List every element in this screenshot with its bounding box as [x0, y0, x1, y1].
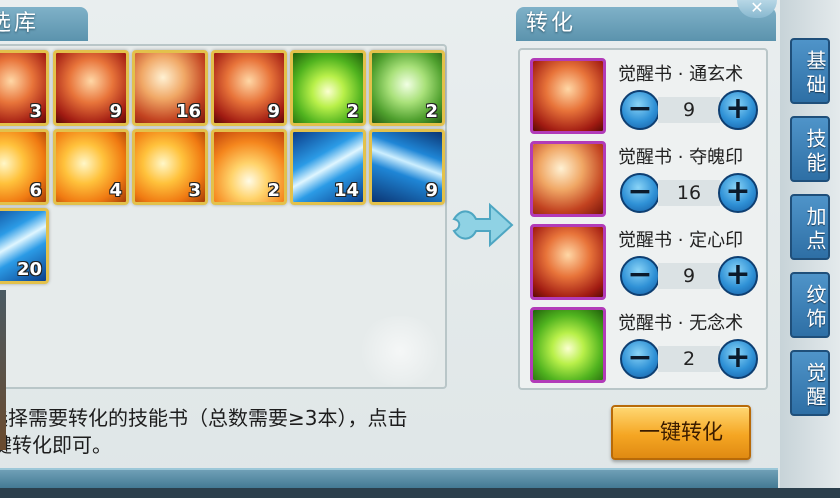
item-count: 4 [109, 180, 122, 201]
bottom-edge [0, 488, 840, 498]
skill-book-tile[interactable]: 14 [290, 129, 366, 205]
quantity-value: 2 [658, 346, 720, 372]
bottom-bar [0, 468, 778, 490]
quantity-stepper: −2 + [620, 339, 760, 379]
skill-book-tile[interactable]: 4 [53, 129, 129, 205]
skill-book-tile[interactable]: 2 [369, 50, 445, 126]
awaken-book-icon [530, 307, 606, 383]
one-click-convert-button[interactable]: 一键转化 [611, 405, 751, 460]
quantity-value: 9 [658, 97, 720, 123]
side-tab[interactable]: 纹饰 [790, 272, 830, 338]
item-count: 2 [346, 101, 359, 122]
awaken-book-name: 觉醒书 · 定心印 [618, 230, 744, 251]
quantity-stepper: −16 + [620, 173, 760, 213]
item-count: 3 [29, 101, 42, 122]
minus-button[interactable]: − [620, 256, 660, 296]
plus-button[interactable]: + [718, 339, 758, 379]
awaken-book-name: 觉醒书 · 通玄术 [618, 64, 744, 85]
awaken-book-icon [530, 58, 606, 134]
item-count: 6 [29, 180, 42, 201]
hint-line-2: 键转化即可。 [0, 433, 112, 457]
awaken-book-name: 觉醒书 · 夺魄印 [618, 147, 744, 168]
inventory-title: 选库 [0, 7, 88, 41]
conversion-title: 转化 [516, 7, 776, 41]
quantity-stepper: −9 + [620, 90, 760, 130]
quantity-value: 16 [658, 180, 720, 206]
skill-book-tile[interactable]: 9 [211, 50, 287, 126]
side-tab[interactable]: 技能 [790, 116, 830, 182]
item-count: 9 [267, 101, 280, 122]
side-tab[interactable]: 基础 [790, 38, 830, 104]
skill-book-tile[interactable]: 9 [369, 129, 445, 205]
hint-text: 选择需要转化的技能书（总数需要≥3本），点击 键转化即可。 [0, 405, 520, 459]
item-count: 16 [175, 101, 201, 122]
quantity-value: 9 [658, 263, 720, 289]
plus-button[interactable]: + [718, 173, 758, 213]
left-edge-strip [0, 290, 6, 450]
skill-book-art [533, 310, 603, 380]
minus-button[interactable]: − [620, 173, 660, 213]
quantity-stepper: −9 + [620, 256, 760, 296]
item-count: 2 [425, 101, 438, 122]
item-count: 2 [267, 180, 280, 201]
item-count: 20 [16, 259, 42, 280]
side-tab[interactable]: 加点 [790, 194, 830, 260]
arrow-right-icon [452, 202, 514, 248]
skill-book-tile[interactable]: 20 [0, 208, 49, 284]
skill-book-tile[interactable]: 2 [211, 129, 287, 205]
skill-book-tile[interactable]: 6 [0, 129, 49, 205]
skill-book-tile[interactable]: 3 [0, 50, 49, 126]
minus-button[interactable]: − [620, 339, 660, 379]
skill-book-art [533, 227, 603, 297]
skill-book-tile[interactable]: 16 [132, 50, 208, 126]
item-count: 3 [188, 180, 201, 201]
item-count: 14 [333, 180, 359, 201]
skill-book-art [533, 61, 603, 131]
awaken-book-icon [530, 141, 606, 217]
awaken-book-name: 觉醒书 · 无念术 [618, 313, 744, 334]
awaken-book-icon [530, 224, 606, 300]
skill-book-tile[interactable]: 9 [53, 50, 129, 126]
plus-button[interactable]: + [718, 256, 758, 296]
conversion-row: 觉醒书 · 夺魄印 −16 + [530, 139, 766, 219]
plus-button[interactable]: + [718, 90, 758, 130]
hint-line-1: 选择需要转化的技能书（总数需要≥3本），点击 [0, 406, 408, 430]
item-count: 9 [425, 180, 438, 201]
side-tab[interactable]: 觉醒 [790, 350, 830, 416]
conversion-row: 觉醒书 · 通玄术 −9 + [530, 56, 766, 136]
skill-book-tile[interactable]: 2 [290, 50, 366, 126]
conversion-row: 觉醒书 · 定心印 −9 + [530, 222, 766, 302]
minus-button[interactable]: − [620, 90, 660, 130]
conversion-panel: 觉醒书 · 通玄术 −9 + 觉醒书 · 夺魄印 −16 + 觉醒书 · 定心印 −9 + 觉醒书… [518, 48, 768, 390]
skill-book-tile[interactable]: 3 [132, 129, 208, 205]
item-count: 9 [109, 101, 122, 122]
conversion-row: 觉醒书 · 无念术 −2 + [530, 305, 766, 385]
decorative-flower [355, 316, 445, 386]
skill-book-art [533, 144, 603, 214]
